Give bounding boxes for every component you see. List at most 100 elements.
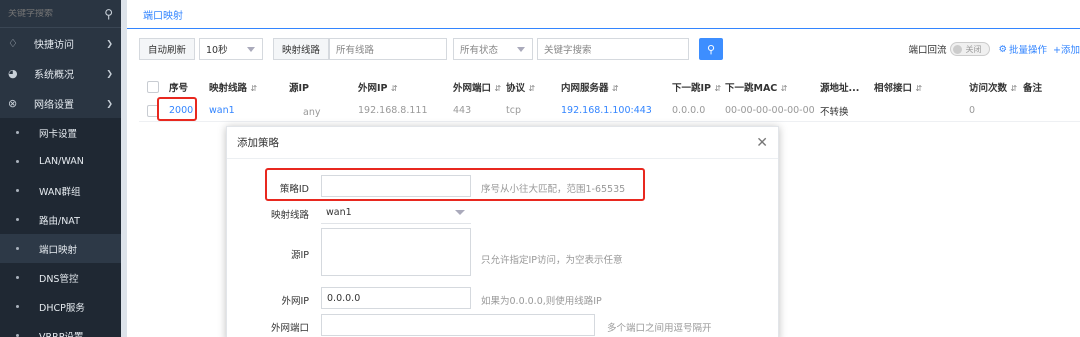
col-next-mac[interactable]: 下一跳MAC ⇵ bbox=[725, 80, 787, 94]
toggle-state: 关闭 bbox=[965, 44, 982, 54]
sidebar-item-label: LAN/WAN bbox=[39, 156, 84, 167]
col-hits-label: 访问次数 bbox=[969, 83, 1008, 94]
sidebar-item-dns[interactable]: DNS管控 bbox=[0, 263, 121, 292]
src-ip-textarea[interactable] bbox=[321, 228, 471, 276]
loopback-label: 端口回流 bbox=[908, 45, 947, 56]
menu-label: 快捷访问 bbox=[34, 39, 74, 51]
chevron-down-icon: ❯ bbox=[106, 98, 113, 108]
col-hits[interactable]: 访问次数 ⇵ bbox=[969, 80, 1017, 94]
src-ip-label: 源IP bbox=[290, 250, 309, 261]
sidebar-item-lan-wan[interactable]: LAN/WAN bbox=[0, 147, 121, 176]
col-line-label: 映射线路 bbox=[209, 83, 248, 94]
sidebar: ⚲ ♢ 快捷访问 ❯ ◕ 系统概况 ❯ ⊗ 网络设置 ❯ 网卡设置 LAN/WA… bbox=[0, 0, 121, 337]
sidebar-item-label: DHCP服务 bbox=[39, 302, 85, 314]
line-label: 映射线路 bbox=[270, 210, 309, 221]
col-next-mac-label: 下一跳MAC bbox=[725, 83, 778, 94]
loopback-toggle[interactable]: 关闭 bbox=[950, 42, 991, 56]
sidebar-search: ⚲ bbox=[0, 0, 121, 28]
add-button[interactable]: +添加 bbox=[1053, 42, 1080, 56]
search-button[interactable]: ⚲ bbox=[699, 38, 724, 60]
bullet-icon bbox=[16, 189, 19, 192]
col-src-ip[interactable]: 源IP bbox=[289, 80, 309, 94]
status-select[interactable]: 所有状态 bbox=[453, 38, 534, 60]
line-select-value: wan1 bbox=[326, 207, 352, 218]
wan-ip-input[interactable]: 0.0.0.0 bbox=[321, 287, 471, 309]
highlight-box-policy-id bbox=[265, 168, 645, 201]
sort-icon: ⇵ bbox=[611, 84, 619, 93]
sort-icon: ⇵ bbox=[714, 84, 722, 93]
bullet-icon bbox=[16, 247, 19, 250]
wan-port-input[interactable] bbox=[321, 314, 595, 336]
line-filter-label: 映射线路 bbox=[273, 38, 330, 60]
sort-icon: ⇵ bbox=[390, 84, 398, 93]
row-line[interactable]: wan1 bbox=[209, 105, 235, 116]
toolbar-right: 端口回流 关闭 ⚙ 批量操作 +添加 bbox=[908, 42, 1080, 56]
menu-network-settings[interactable]: ⊗ 网络设置 ❯ bbox=[0, 88, 121, 118]
table-row[interactable]: 2000 wan1 any 192.168.8.111 443 tcp 192.… bbox=[139, 100, 1080, 122]
sidebar-item-label: 路由/NAT bbox=[39, 215, 80, 227]
sidebar-item-label: DNS管控 bbox=[39, 273, 79, 285]
line-select[interactable]: wan1 bbox=[321, 202, 471, 224]
keyword-search-input[interactable]: 关键字搜索 bbox=[537, 38, 690, 60]
col-line[interactable]: 映射线路 ⇵ bbox=[209, 80, 257, 94]
diamond-icon: ♢ bbox=[8, 36, 18, 50]
chevron-down-icon: ❯ bbox=[106, 68, 113, 78]
sort-icon: ⇵ bbox=[494, 84, 502, 93]
col-wan-ip[interactable]: 外网IP ⇵ bbox=[358, 80, 398, 94]
tab-port-mapping[interactable]: 端口映射 bbox=[133, 0, 193, 28]
network-icon: ⊗ bbox=[8, 96, 18, 110]
col-id[interactable]: 序号 bbox=[169, 80, 188, 94]
menu-quick-access[interactable]: ♢ 快捷访问 ❯ bbox=[0, 28, 121, 58]
chevron-down-icon: ❯ bbox=[106, 38, 113, 48]
batch-operation-button[interactable]: 批量操作 bbox=[1009, 42, 1047, 56]
col-server-label: 内网服务器 bbox=[561, 83, 609, 94]
sidebar-item-nic[interactable]: 网卡设置 bbox=[0, 118, 121, 147]
col-server[interactable]: 内网服务器 ⇵ bbox=[561, 80, 619, 94]
row-wan-ip: 192.168.8.111 bbox=[358, 105, 428, 116]
select-all-checkbox[interactable] bbox=[147, 81, 159, 93]
line-filter-input[interactable]: 所有线路 bbox=[329, 38, 448, 60]
menu-label: 系统概况 bbox=[34, 69, 74, 81]
bullet-icon bbox=[16, 218, 19, 221]
caret-down-icon bbox=[517, 47, 526, 52]
src-ip-hint: 只允许指定IP访问，为空表示任意 bbox=[481, 255, 623, 266]
col-iface[interactable]: 相邻接口 ⇵ bbox=[874, 80, 922, 94]
row-next-ip: 0.0.0.0 bbox=[672, 105, 706, 116]
col-note[interactable]: 备注 bbox=[1023, 80, 1042, 94]
wan-port-hint: 多个端口之间用逗号隔开 bbox=[607, 323, 712, 334]
wan-port-label: 外网端口 bbox=[270, 323, 309, 334]
auto-refresh-button[interactable]: 自动刷新 bbox=[139, 38, 196, 60]
sidebar-item-vrrp[interactable]: VRRP设置 bbox=[0, 321, 121, 337]
close-icon[interactable]: ✕ bbox=[756, 135, 768, 151]
row-hits: 0 bbox=[969, 105, 976, 116]
wan-ip-hint: 如果为0.0.0.0,则使用线路IP bbox=[481, 296, 602, 307]
bullet-icon bbox=[16, 276, 19, 279]
sidebar-search-input[interactable] bbox=[8, 8, 98, 19]
row-server[interactable]: 192.168.1.100:443 bbox=[561, 105, 652, 116]
row-next-mac: 00-00-00-00-00-00 bbox=[725, 105, 815, 116]
row-src-ip: any bbox=[303, 107, 321, 118]
col-protocol[interactable]: 协议 ⇵ bbox=[506, 80, 535, 94]
dialog-title: 添加策略 bbox=[237, 137, 279, 149]
sidebar-item-label: WAN群组 bbox=[39, 186, 81, 198]
row-wan-port: 443 bbox=[453, 105, 472, 116]
sidebar-item-wan-group[interactable]: WAN群组 bbox=[0, 176, 121, 205]
menu-system-overview[interactable]: ◕ 系统概况 ❯ bbox=[0, 58, 121, 88]
search-icon[interactable]: ⚲ bbox=[104, 7, 113, 21]
col-wan-port[interactable]: 外网端口 ⇵ bbox=[453, 80, 501, 94]
sidebar-item-port-mapping[interactable]: 端口映射 bbox=[0, 234, 121, 263]
col-wan-ip-label: 外网IP bbox=[358, 83, 388, 94]
col-next-ip[interactable]: 下一跳IP ⇵ bbox=[672, 80, 721, 94]
refresh-interval-value: 10秒 bbox=[206, 45, 228, 56]
sidebar-item-dhcp[interactable]: DHCP服务 bbox=[0, 292, 121, 321]
refresh-interval-select[interactable]: 10秒 bbox=[199, 38, 264, 60]
caret-down-icon bbox=[247, 47, 256, 52]
row-src-nat: 不转换 bbox=[820, 106, 849, 118]
sidebar-item-label: VRRP设置 bbox=[39, 331, 84, 337]
col-iface-label: 相邻接口 bbox=[874, 83, 913, 94]
col-src-nat[interactable]: 源地址... bbox=[820, 80, 859, 94]
dialog-header: 添加策略 ✕ bbox=[227, 127, 778, 159]
bullet-icon bbox=[16, 131, 19, 134]
caret-down-icon bbox=[455, 210, 465, 215]
sidebar-item-routing-nat[interactable]: 路由/NAT bbox=[0, 205, 121, 234]
